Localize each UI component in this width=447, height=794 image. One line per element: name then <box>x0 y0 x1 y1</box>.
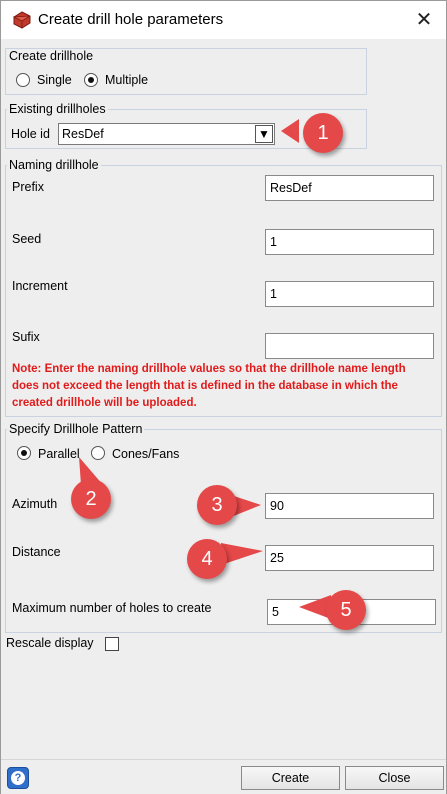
callout-4-pointer-icon <box>221 543 263 565</box>
hole-id-label: Hole id <box>11 127 50 141</box>
callout-1-pointer-icon <box>281 119 299 143</box>
window-title: Create drill hole parameters <box>38 11 224 28</box>
close-button[interactable]: Close <box>345 766 444 790</box>
dialog-window: Create drill hole parameters ✕ Create dr… <box>0 0 447 794</box>
azimuth-input[interactable]: 90 <box>265 493 434 519</box>
chevron-down-icon[interactable]: ▼ <box>255 125 273 143</box>
callout-badge-4: 4 <box>187 539 227 579</box>
button-bar: ? Create Close <box>1 759 446 794</box>
radio-single-label: Single <box>37 73 72 87</box>
prefix-input[interactable]: ResDef <box>265 175 434 201</box>
azimuth-label: Azimuth <box>12 497 58 511</box>
rescale-display-checkbox[interactable] <box>105 637 119 651</box>
dialog-content: Create drillhole Single Multiple Existin… <box>1 39 446 759</box>
radio-multiple[interactable] <box>84 73 98 87</box>
hole-id-select[interactable]: ResDef ▼ <box>58 123 275 145</box>
naming-drillhole-title: Naming drillhole <box>7 158 101 172</box>
radio-parallel[interactable] <box>17 446 31 460</box>
existing-drillholes-title: Existing drillholes <box>7 102 108 116</box>
create-button[interactable]: Create <box>241 766 340 790</box>
distance-input[interactable]: 25 <box>265 545 434 571</box>
naming-note: Note: Enter the naming drillhole values … <box>12 363 406 409</box>
callout-badge-1: 1 <box>303 113 343 153</box>
radio-multiple-label: Multiple <box>105 73 149 87</box>
increment-label: Increment <box>12 279 68 293</box>
title-bar: Create drill hole parameters ✕ <box>1 1 446 39</box>
help-icon: ? <box>11 771 25 785</box>
create-drillhole-title: Create drillhole <box>7 49 96 63</box>
sufix-label: Sufix <box>12 330 40 344</box>
callout-badge-5: 5 <box>326 590 366 630</box>
seed-input[interactable]: 1 <box>265 229 434 255</box>
increment-input[interactable]: 1 <box>265 281 434 307</box>
distance-label: Distance <box>12 545 61 559</box>
radio-single[interactable] <box>16 73 30 87</box>
sufix-input[interactable] <box>265 333 434 359</box>
radio-parallel-label: Parallel <box>38 447 80 461</box>
hole-id-value: ResDef <box>62 127 104 141</box>
drillhole-pattern-title: Specify Drillhole Pattern <box>7 422 145 436</box>
max-holes-label: Maximum number of holes to create <box>12 601 212 615</box>
radio-cones-fans-label: Cones/Fans <box>112 447 180 461</box>
rescale-display-label: Rescale display <box>6 636 94 650</box>
callout-badge-2: 2 <box>71 479 111 519</box>
prefix-label: Prefix <box>12 180 44 194</box>
seed-label: Seed <box>12 232 42 246</box>
help-button[interactable]: ? <box>7 767 29 789</box>
close-window-icon[interactable]: ✕ <box>411 7 437 33</box>
app-icon <box>13 11 31 29</box>
callout-badge-3: 3 <box>197 485 237 525</box>
